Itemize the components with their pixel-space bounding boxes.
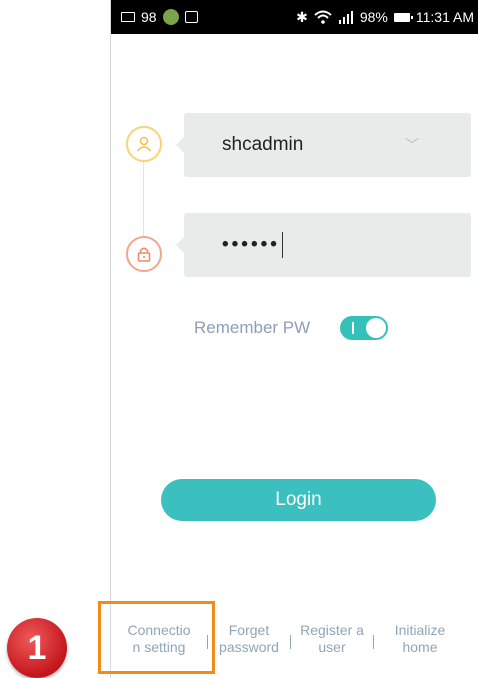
password-field[interactable]: •••••• xyxy=(176,213,471,277)
login-button[interactable]: Login xyxy=(161,479,436,521)
signal-icon xyxy=(338,10,353,24)
toggle-knob xyxy=(366,318,387,338)
notif-count: 98 xyxy=(141,9,157,25)
remember-label: Remember PW xyxy=(194,318,311,337)
status-bar: 98 ✱ 98% 11:31 AM xyxy=(111,0,478,34)
remember-toggle[interactable] xyxy=(340,316,389,340)
highlight-box xyxy=(98,601,215,674)
register-user-link[interactable]: Register a user xyxy=(291,618,373,660)
chevron-down-icon[interactable]: ﹀ xyxy=(405,135,419,155)
initialize-home-label: Initialize home xyxy=(394,622,446,655)
mail-icon xyxy=(121,12,135,22)
battery-icon xyxy=(393,12,413,22)
field-connector-line xyxy=(143,162,144,236)
register-user-label: Register a user xyxy=(300,622,364,655)
remember-row: Remember PW xyxy=(194,316,389,340)
lock-icon xyxy=(137,247,151,262)
phone-edge xyxy=(110,0,111,678)
password-value: •••••• xyxy=(222,234,280,255)
wifi-icon xyxy=(314,10,332,24)
user-icon-circle xyxy=(126,126,162,162)
forget-password-label: Forget password xyxy=(219,622,279,655)
step-badge: 1 xyxy=(7,618,67,678)
app-icon xyxy=(162,9,179,25)
user-icon xyxy=(136,136,152,152)
forget-password-link[interactable]: Forget password xyxy=(208,618,290,660)
toggle-on-mark xyxy=(352,322,355,334)
bluetooth-icon: ✱ xyxy=(296,8,308,25)
username-field[interactable]: shcadmin ﹀ xyxy=(176,113,471,177)
text-caret xyxy=(281,232,283,258)
bag-icon xyxy=(184,11,198,23)
clock: 11:31 AM xyxy=(415,9,474,25)
initialize-home-link[interactable]: Initialize home xyxy=(374,618,466,660)
battery-percent: 98% xyxy=(359,9,388,25)
username-value: shcadmin xyxy=(222,134,304,155)
lock-icon-circle xyxy=(126,236,162,272)
